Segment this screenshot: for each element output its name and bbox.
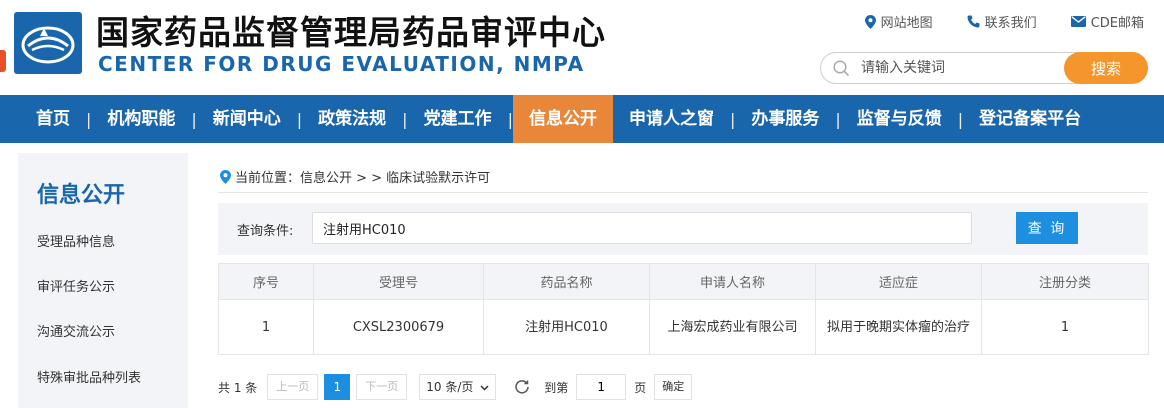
column-header-registration-class: 注册分类 (981, 263, 1149, 300)
nav-item-news[interactable]: 新闻中心 (197, 95, 297, 143)
cell-drug-name: 注射用HC010 (483, 299, 650, 355)
sidebar-title: 信息公开 (37, 183, 126, 208)
sidebar-item-review-tasks[interactable]: 审评任务公示 (37, 276, 115, 295)
cell-indication: 拟用于晚期实体瘤的治疗 (815, 299, 982, 355)
nav-separator: | (296, 109, 303, 129)
nav-separator: | (507, 109, 513, 129)
breadcrumb-text: 当前位置：信息公开 > > 临床试验默示许可 (235, 171, 491, 186)
nav-item-services[interactable]: 办事服务 (735, 95, 835, 143)
top-links: 网站地图 联系我们 CDE邮箱 (864, 12, 1144, 31)
contact-us-link[interactable]: 联系我们 (967, 12, 1037, 31)
sidebar: 信息公开 受理品种信息 审评任务公示 沟通交流公示 特殊审批品种列表 (18, 153, 188, 408)
nav-item-functions[interactable]: 机构职能 (91, 95, 191, 143)
nav-item-registration-platform[interactable]: 登记备案平台 (963, 95, 1097, 143)
column-header-index: 序号 (218, 263, 314, 300)
column-header-applicant: 申请人名称 (649, 263, 816, 300)
nav-item-info-disclosure[interactable]: 信息公开 (512, 95, 613, 143)
column-header-indication: 适应症 (815, 263, 982, 300)
chevron-down-icon (480, 384, 489, 391)
cde-mail-link[interactable]: CDE邮箱 (1070, 12, 1144, 31)
pagination: 共 1 条 上一页 1 下一页 10 条/页 到第 页 确定 (218, 374, 693, 400)
nmpa-logo-icon[interactable] (14, 12, 82, 74)
results-table: 序号 受理号 药品名称 申请人名称 适应症 注册分类 1 CXSL2300679… (218, 263, 1149, 355)
search-button[interactable]: 搜索 (1064, 52, 1148, 84)
location-pin-icon (864, 14, 876, 29)
search-input[interactable] (861, 57, 1061, 79)
query-input[interactable] (312, 212, 972, 244)
column-header-drug-name: 药品名称 (483, 263, 650, 300)
nav-item-home[interactable]: 首页 (20, 95, 86, 143)
site-map-link[interactable]: 网站地图 (864, 12, 933, 31)
nav-item-supervision[interactable]: 监督与反馈 (841, 95, 958, 143)
location-pin-icon (220, 169, 231, 184)
nav-separator: | (957, 109, 964, 129)
nav-separator: | (402, 109, 408, 129)
cell-applicant: 上海宏成药业有限公司 (649, 299, 816, 355)
cell-acceptance-no: CXSL2300679 (313, 299, 484, 355)
contact-us-label: 联系我们 (984, 16, 1037, 31)
nav-item-policies[interactable]: 政策法规 (302, 95, 402, 143)
mail-icon (1070, 16, 1086, 27)
site-map-label: 网站地图 (880, 16, 933, 31)
query-bar: 查询条件: 查 询 (218, 203, 1148, 255)
goto-label: 到第 (544, 380, 569, 395)
table-row[interactable]: 1 CXSL2300679 注射用HC010 上海宏成药业有限公司 拟用于晚期实… (218, 299, 1149, 355)
cell-registration-class: 1 (981, 299, 1149, 355)
cde-mail-label: CDE邮箱 (1090, 16, 1144, 31)
page-size-select[interactable]: 10 条/页 (419, 374, 497, 400)
sidebar-item-accepted-varieties[interactable]: 受理品种信息 (37, 231, 115, 250)
goto-confirm-button[interactable]: 确定 (654, 374, 693, 400)
sidebar-item-communication[interactable]: 沟通交流公示 (37, 321, 115, 340)
cell-index: 1 (218, 299, 314, 355)
nav-item-party[interactable]: 党建工作 (408, 95, 508, 143)
table-header-row: 序号 受理号 药品名称 申请人名称 适应症 注册分类 (218, 263, 1149, 300)
logo-edge-accent (0, 50, 6, 72)
prev-page-button[interactable]: 上一页 (267, 374, 319, 400)
breadcrumb-divider (218, 192, 1148, 193)
query-button[interactable]: 查 询 (1016, 212, 1078, 244)
total-count: 共 1 条 (218, 380, 258, 395)
next-page-button[interactable]: 下一页 (356, 374, 408, 400)
page-size-value: 10 条/页 (426, 380, 474, 394)
nav-separator: | (191, 109, 197, 129)
goto-page-input[interactable] (576, 374, 627, 400)
sidebar-item-special-approval[interactable]: 特殊审批品种列表 (37, 367, 141, 386)
breadcrumb: 当前位置：信息公开 > > 临床试验默示许可 (220, 167, 490, 186)
page-unit-label: 页 (634, 380, 647, 395)
phone-icon (967, 15, 980, 28)
nav-separator: | (835, 109, 841, 129)
column-header-acceptance-no: 受理号 (313, 263, 484, 300)
site-title-chinese: 国家药品监督管理局药品审评中心 (96, 13, 606, 52)
refresh-icon[interactable] (514, 379, 530, 395)
main-nav: 首页 | 机构职能 | 新闻中心 | 政策法规 | 党建工作 | 信息公开 申请… (0, 95, 1164, 143)
nav-item-applicant-window[interactable]: 申请人之窗 (613, 95, 730, 143)
site-title-english: CENTER FOR DRUG EVALUATION, NMPA (98, 52, 585, 76)
nav-separator: | (86, 109, 92, 129)
page-number-current[interactable]: 1 (324, 374, 351, 400)
site-search: 搜索 (820, 52, 1148, 84)
site-header: 国家药品监督管理局药品审评中心 CENTER FOR DRUG EVALUATI… (0, 0, 1164, 90)
nav-separator: | (729, 109, 736, 129)
search-icon (833, 60, 850, 77)
query-label: 查询条件: (237, 224, 294, 239)
